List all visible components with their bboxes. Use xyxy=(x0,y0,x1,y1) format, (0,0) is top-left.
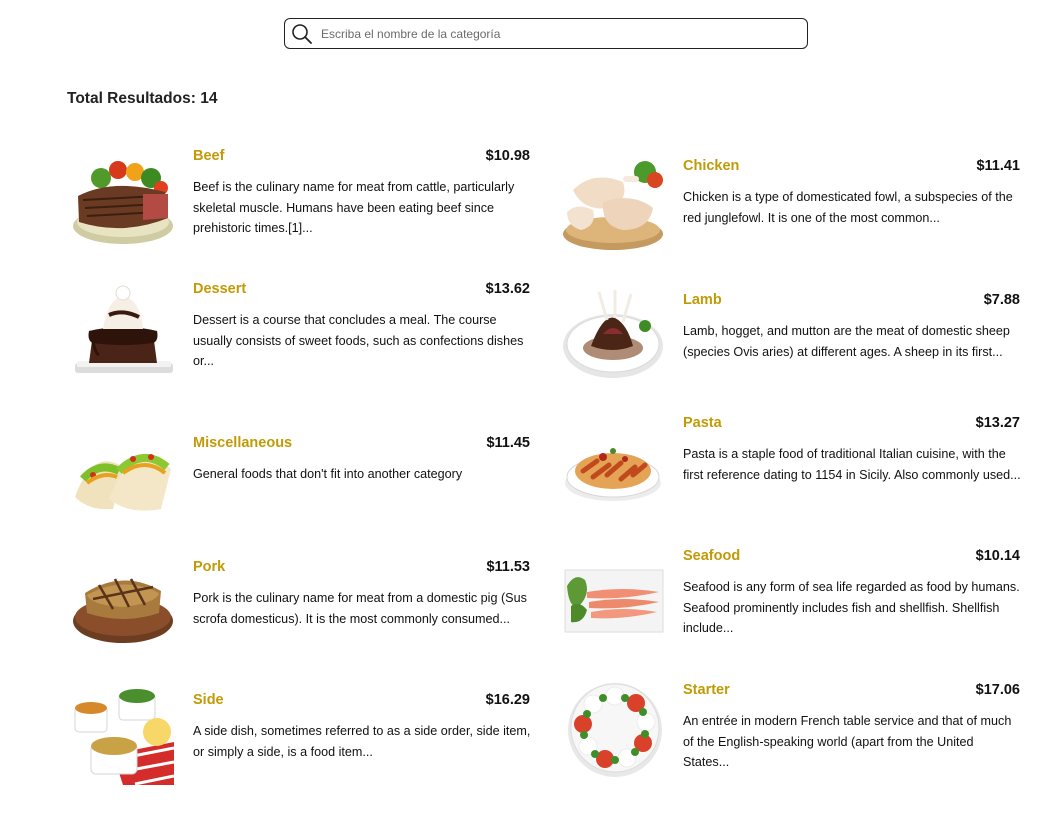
category-price: $11.45 xyxy=(486,435,530,451)
category-card-pasta[interactable]: Pasta $13.27 Pasta is a staple food of t… xyxy=(558,407,1021,517)
category-description: Seafood is any form of sea life regarded… xyxy=(683,580,1020,635)
category-price: $7.88 xyxy=(983,292,1020,308)
category-card-pork[interactable]: Pork $11.53 Pork is the culinary name fo… xyxy=(68,551,530,661)
category-name[interactable]: Miscellaneous xyxy=(193,435,292,451)
penne-pasta-image[interactable] xyxy=(563,415,664,516)
category-name[interactable]: Chicken xyxy=(683,158,739,174)
chicken-legs-image[interactable] xyxy=(563,150,664,251)
category-card-side[interactable]: Side $16.29 A side dish, sometimes refer… xyxy=(68,684,530,794)
category-description: General foods that don't fit into anothe… xyxy=(193,467,463,481)
category-name[interactable]: Pork xyxy=(193,559,225,575)
total-results: Total Resultados: 14 xyxy=(67,90,217,108)
category-description: Lamb, hogget, and mutton are the meat of… xyxy=(683,324,1010,359)
search-input[interactable] xyxy=(321,20,799,47)
category-card-miscellaneous[interactable]: Miscellaneous $11.45 General foods that … xyxy=(68,427,530,537)
category-name[interactable]: Seafood xyxy=(683,548,740,564)
category-price: $16.29 xyxy=(485,692,530,708)
category-description: An entrée in modern French table service… xyxy=(683,714,1012,769)
category-name[interactable]: Lamb xyxy=(683,292,722,308)
category-name[interactable]: Starter xyxy=(683,682,730,698)
category-description: Pork is the culinary name for meat from … xyxy=(193,591,527,626)
category-card-starter[interactable]: Starter $17.06 An entrée in modern Frenc… xyxy=(558,674,1020,784)
category-name[interactable]: Dessert xyxy=(193,281,246,297)
category-price: $11.41 xyxy=(976,158,1020,174)
salmon-plate-image[interactable] xyxy=(563,550,664,651)
category-price: $17.06 xyxy=(975,682,1020,698)
pork-chop-image[interactable] xyxy=(73,551,174,652)
side-dishes-image[interactable] xyxy=(73,684,174,785)
chocolate-cake-image[interactable] xyxy=(73,281,174,382)
search-icon xyxy=(291,23,313,45)
category-card-lamb[interactable]: Lamb $7.88 Lamb, hogget, and mutton are … xyxy=(558,284,1020,394)
category-description: Dessert is a course that concludes a mea… xyxy=(193,313,524,368)
search-bar[interactable] xyxy=(284,18,808,49)
category-description: A side dish, sometimes referred to as a … xyxy=(193,724,531,759)
category-card-seafood[interactable]: Seafood $10.14 Seafood is any form of se… xyxy=(558,540,1020,650)
total-results-label: Total Resultados: xyxy=(67,90,196,107)
lamb-chops-image[interactable] xyxy=(563,284,664,385)
total-results-count: 14 xyxy=(200,90,218,107)
category-name[interactable]: Beef xyxy=(193,148,224,164)
category-description: Pasta is a staple food of traditional It… xyxy=(683,447,1021,482)
category-description: Chicken is a type of domesticated fowl, … xyxy=(683,190,1013,225)
beef-steak-image[interactable] xyxy=(73,148,174,249)
category-name[interactable]: Side xyxy=(193,692,224,708)
category-description: Beef is the culinary name for meat from … xyxy=(193,180,515,235)
tacos-image[interactable] xyxy=(73,427,174,528)
category-name[interactable]: Pasta xyxy=(683,415,722,431)
category-price: $13.27 xyxy=(975,415,1020,431)
category-price: $10.98 xyxy=(485,148,530,164)
category-card-chicken[interactable]: Chicken $11.41 Chicken is a type of dome… xyxy=(558,150,1020,260)
category-price: $11.53 xyxy=(486,559,530,575)
category-card-beef[interactable]: Beef $10.98 Beef is the culinary name fo… xyxy=(68,140,530,250)
category-card-dessert[interactable]: Dessert $13.62 Dessert is a course that … xyxy=(68,273,530,383)
caprese-salad-image[interactable] xyxy=(563,682,664,783)
category-price: $13.62 xyxy=(485,281,530,297)
category-price: $10.14 xyxy=(975,548,1020,564)
